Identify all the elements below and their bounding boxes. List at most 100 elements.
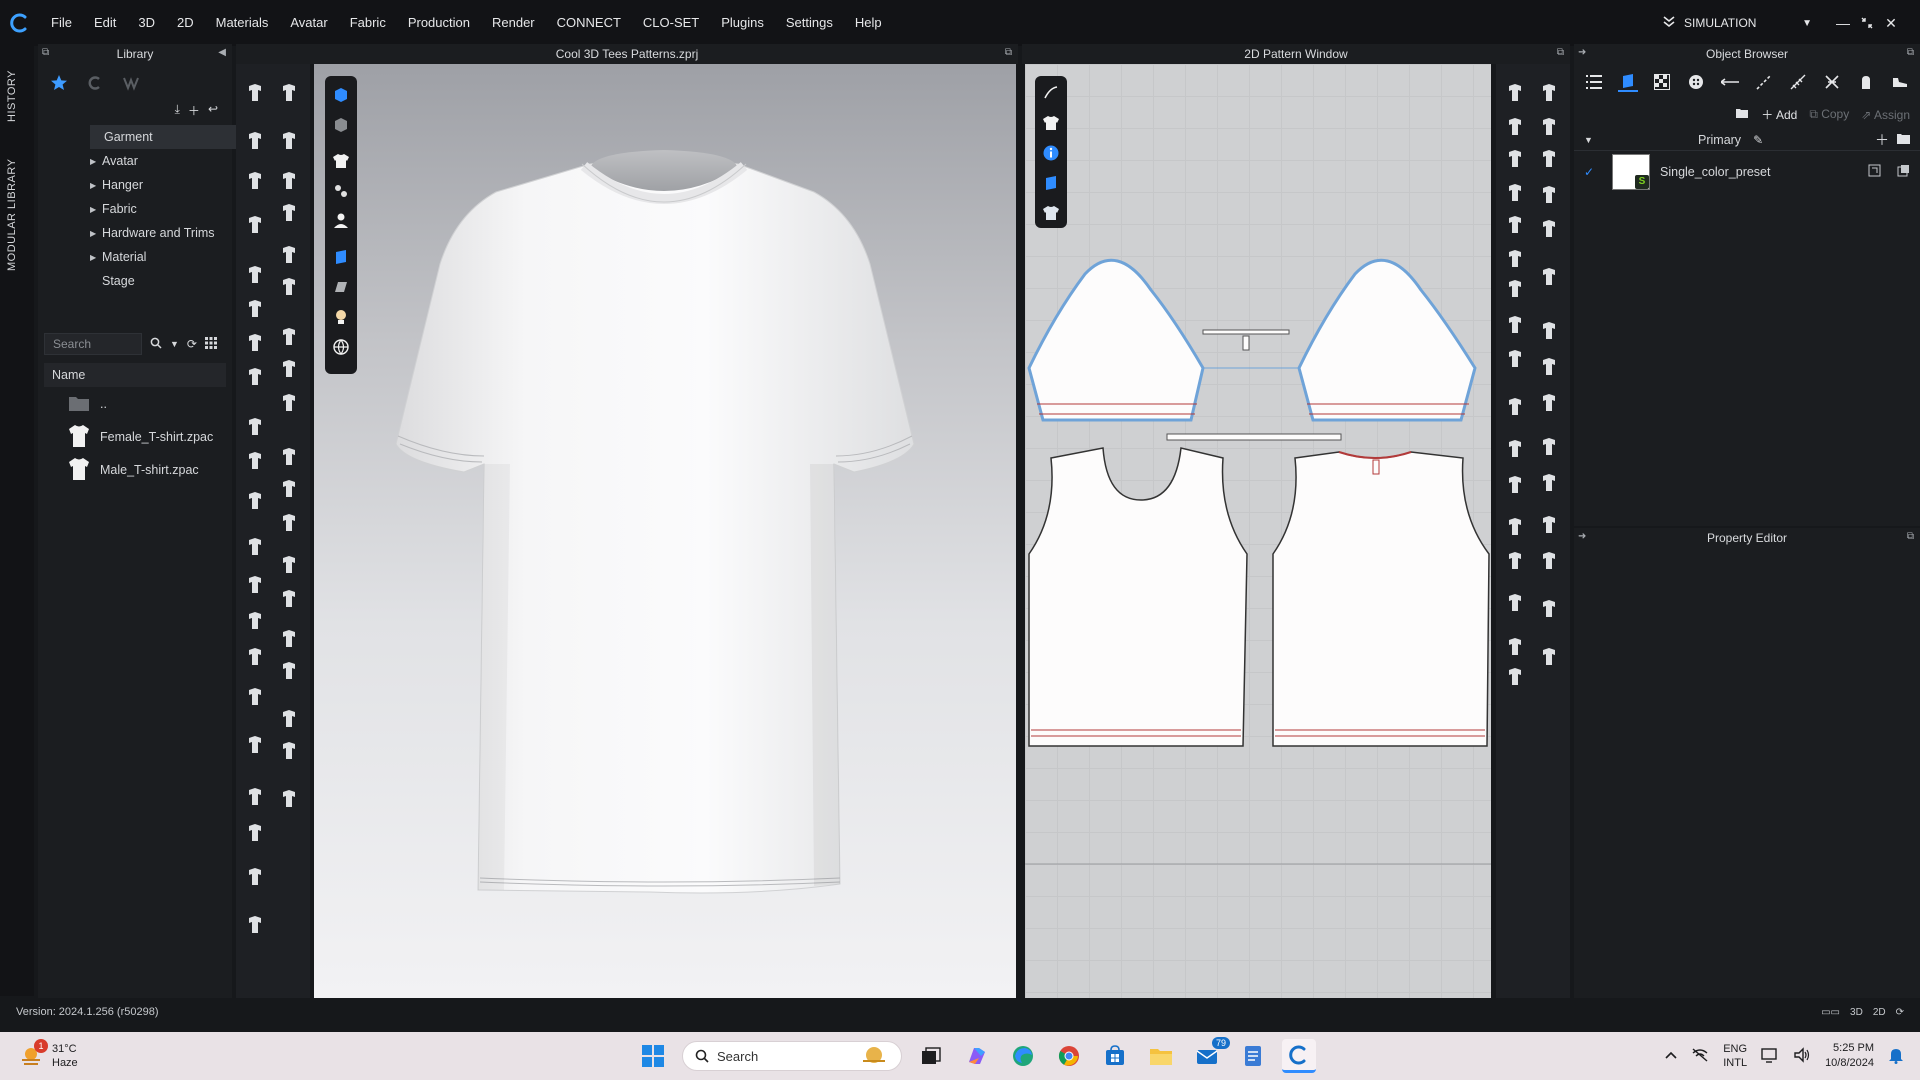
render-view-icon[interactable] bbox=[325, 242, 357, 272]
rectangle-tool-icon[interactable] bbox=[1536, 512, 1562, 538]
puckering-tool-icon[interactable] bbox=[1502, 472, 1528, 498]
grading-tool-icon[interactable] bbox=[1536, 216, 1562, 242]
zipper-tool-icon[interactable] bbox=[242, 448, 268, 474]
undock-icon[interactable]: ⧉ bbox=[1907, 531, 1914, 542]
tshirt-3d-model[interactable] bbox=[314, 64, 1016, 998]
tab-modular-library[interactable]: MODULAR LIBRARY bbox=[6, 150, 28, 280]
grading-tool-icon[interactable] bbox=[1502, 394, 1528, 420]
notification-bell-icon[interactable] bbox=[1888, 1046, 1904, 1067]
topstitch-tab-icon[interactable] bbox=[1754, 72, 1774, 92]
2d-pattern-viewport[interactable] bbox=[1025, 64, 1491, 998]
reset-view-icon[interactable]: ⟳ bbox=[1896, 1007, 1904, 1018]
edit-pattern-tool-icon[interactable] bbox=[1502, 514, 1528, 540]
fold-arrangement-tool-icon[interactable] bbox=[1502, 312, 1528, 338]
library-search-input[interactable]: Search bbox=[44, 333, 142, 355]
clo-connect-icon[interactable] bbox=[86, 74, 104, 92]
seam-tool-icon[interactable] bbox=[1502, 276, 1528, 302]
tack-tool-icon[interactable] bbox=[242, 684, 268, 710]
select-mesh-tool-icon[interactable] bbox=[242, 168, 268, 194]
file-explorer-icon[interactable] bbox=[1144, 1039, 1178, 1073]
fold-arrangement-tool-icon[interactable] bbox=[1536, 146, 1562, 172]
undock-icon[interactable]: ⧉ bbox=[1907, 47, 1914, 58]
tree-item-material[interactable]: ▶ Material bbox=[38, 245, 232, 269]
transform-pattern-tool-icon[interactable] bbox=[1536, 390, 1562, 416]
tack-tool-icon[interactable] bbox=[242, 212, 268, 238]
light-icon[interactable] bbox=[325, 302, 357, 332]
folder-icon[interactable] bbox=[1897, 133, 1910, 147]
mode-selector[interactable]: SIMULATION ▼ bbox=[1662, 15, 1812, 31]
transform-pattern-tool-icon[interactable] bbox=[1502, 548, 1528, 574]
colorway-group-row[interactable]: ▼ Primary ✎ ＋ bbox=[1574, 129, 1920, 151]
fold-tool-icon[interactable] bbox=[242, 262, 268, 288]
undock-icon[interactable]: ⧉ bbox=[42, 47, 49, 58]
search-options-caret-icon[interactable]: ▼ bbox=[170, 339, 179, 349]
text-tool-icon[interactable] bbox=[1536, 182, 1562, 208]
notepad-icon[interactable] bbox=[1236, 1039, 1270, 1073]
transform-tool-icon[interactable] bbox=[242, 608, 268, 634]
pattern-piece-front[interactable] bbox=[1028, 447, 1248, 747]
transform-tool-icon[interactable] bbox=[276, 242, 302, 268]
tack-tool-icon[interactable] bbox=[276, 324, 302, 350]
fold-tool-icon[interactable] bbox=[276, 356, 302, 382]
refresh-icon[interactable]: ⟳ bbox=[187, 337, 197, 351]
seam-tool-icon[interactable] bbox=[1536, 596, 1562, 622]
menu-clo-set[interactable]: CLO-SET bbox=[632, 0, 710, 46]
select-mesh-tool-icon[interactable] bbox=[242, 644, 268, 670]
avatar-tool-icon[interactable] bbox=[276, 626, 302, 652]
pattern-piece-right-sleeve[interactable] bbox=[1297, 258, 1477, 422]
rectangle-tool-icon[interactable] bbox=[1502, 664, 1528, 690]
pattern-pen-icon[interactable] bbox=[1035, 78, 1067, 108]
tree-item-fabric[interactable]: ▶ Fabric bbox=[38, 197, 232, 221]
rectangle-tool-icon[interactable] bbox=[1502, 212, 1528, 238]
expand-arrow-icon[interactable]: ▶ bbox=[90, 157, 102, 166]
download-icon[interactable]: ⤓ bbox=[175, 102, 180, 119]
search-icon[interactable] bbox=[150, 337, 162, 352]
edit-pattern-tool-icon[interactable] bbox=[1502, 80, 1528, 106]
3d-only-view-icon[interactable]: 3D bbox=[1850, 1007, 1863, 1018]
menu-edit[interactable]: Edit bbox=[83, 0, 127, 46]
list-item-female-tshirt[interactable]: Female_T-shirt.zpac bbox=[38, 421, 232, 453]
select-move-tool-icon[interactable] bbox=[242, 572, 268, 598]
collapse-left-icon[interactable]: ◀ bbox=[218, 47, 226, 58]
texture-view-icon[interactable] bbox=[325, 110, 357, 140]
menu-settings[interactable]: Settings bbox=[775, 0, 844, 46]
3d-garment-view-icon[interactable] bbox=[325, 80, 357, 110]
select-move-tool-icon[interactable] bbox=[242, 80, 268, 106]
close-icon[interactable]: ✕ bbox=[1880, 0, 1902, 46]
menu-production[interactable]: Production bbox=[397, 0, 481, 46]
button-tab-icon[interactable] bbox=[1686, 72, 1706, 92]
zipper-tab-icon[interactable] bbox=[1822, 72, 1842, 92]
pattern-piece-back[interactable] bbox=[1272, 451, 1490, 747]
mail-icon[interactable]: 79 bbox=[1190, 1037, 1230, 1073]
show-hidden-icons-caret-icon[interactable] bbox=[1665, 1050, 1677, 1062]
info-icon[interactable] bbox=[1035, 138, 1067, 168]
expand-arrow-icon[interactable]: ▶ bbox=[90, 205, 102, 214]
fold-tool-icon[interactable] bbox=[242, 732, 268, 758]
list-item-parent-folder[interactable]: .. bbox=[38, 388, 232, 420]
show-pattern-icon[interactable] bbox=[1035, 108, 1067, 138]
measure-tool-icon[interactable] bbox=[242, 330, 268, 356]
menu-avatar[interactable]: Avatar bbox=[279, 0, 338, 46]
menu-connect[interactable]: CONNECT bbox=[546, 0, 632, 46]
add-colorway-icon[interactable]: ＋ bbox=[1875, 130, 1889, 150]
edit-curvature-tool-icon[interactable] bbox=[1536, 434, 1562, 460]
pin-tool-icon[interactable] bbox=[242, 296, 268, 322]
open-folder-icon[interactable] bbox=[1735, 107, 1749, 122]
select-move-tool-icon[interactable] bbox=[276, 200, 302, 226]
puckering-tab-icon[interactable] bbox=[1788, 72, 1808, 92]
undock-icon[interactable]: ⧉ bbox=[1557, 47, 1564, 58]
clo-set-icon[interactable] bbox=[122, 74, 140, 92]
tack-tool-icon[interactable] bbox=[276, 786, 302, 812]
transform-tool-icon[interactable] bbox=[242, 128, 268, 154]
show-points-icon[interactable] bbox=[325, 176, 357, 206]
windows-start-icon[interactable] bbox=[636, 1039, 670, 1073]
column-header-name[interactable]: Name bbox=[44, 363, 226, 387]
avatar-tool-icon[interactable] bbox=[242, 534, 268, 560]
expand-arrow-icon[interactable]: ▶ bbox=[90, 229, 102, 238]
expand-arrow-icon[interactable]: ▶ bbox=[90, 181, 102, 190]
menu-file[interactable]: File bbox=[40, 0, 83, 46]
graphic-tab-icon[interactable] bbox=[1652, 72, 1672, 92]
pattern-piece-neck-rib[interactable] bbox=[1166, 433, 1342, 441]
fabric-preset-row[interactable]: ✓ S Single_color_preset bbox=[1574, 151, 1920, 193]
minimize-icon[interactable]: — bbox=[1832, 0, 1854, 46]
